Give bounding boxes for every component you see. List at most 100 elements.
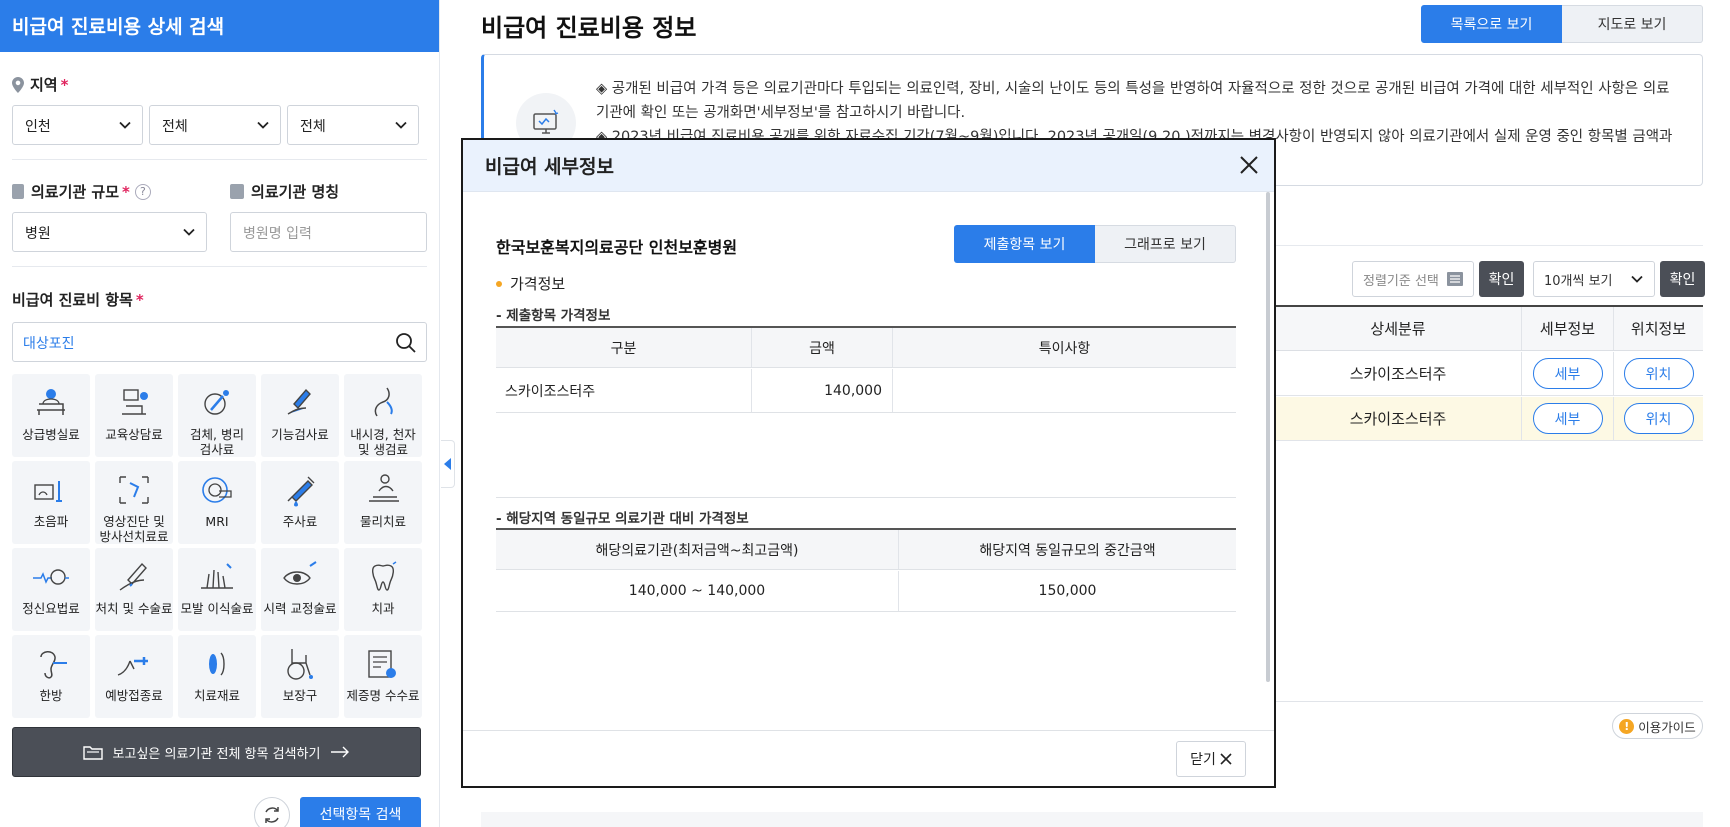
scale-select[interactable]: 병원 <box>12 212 208 252</box>
modal-header: 비급여 세부정보 <box>463 140 1274 192</box>
detail-button[interactable]: 세부 <box>1532 358 1603 389</box>
sort-placeholder: 정렬기준 선택 <box>1363 273 1439 289</box>
divider <box>1275 245 1703 246</box>
category-tile[interactable]: 예방접종료 <box>95 635 173 718</box>
category-label: 기능검사료 <box>271 427 329 442</box>
modal-scrollbar[interactable] <box>1266 192 1270 682</box>
reset-button[interactable] <box>254 797 290 827</box>
region-label: 지역 * <box>12 74 427 95</box>
col-header-location: 위치정보 <box>1630 320 1687 338</box>
map-view-button[interactable]: 지도로 보기 <box>1562 5 1703 43</box>
search-icon[interactable] <box>395 332 417 354</box>
region-town-select[interactable]: 전체 <box>287 105 419 145</box>
category-label: 물리치료 <box>359 514 406 529</box>
category-tile[interactable]: 처치 및 수술료 <box>95 548 173 631</box>
scale-label-text: 의료기관 규모 <box>31 183 120 201</box>
chevron-down-icon <box>183 228 195 236</box>
selected-search-button[interactable]: 선택항목 검색 <box>300 797 421 827</box>
scale-value: 병원 <box>25 226 51 242</box>
list-view-button[interactable]: 목록으로 보기 <box>1421 5 1562 43</box>
submitted-table-header: 구분 금액 특이사항 <box>496 328 1236 368</box>
per-page-confirm-button[interactable]: 확인 <box>1660 261 1705 297</box>
vaccination-icon <box>114 645 154 688</box>
eye-correction-icon <box>280 558 320 601</box>
help-icon[interactable]: ? <box>134 183 151 200</box>
category-tile[interactable]: 보장구 <box>261 635 339 718</box>
col-header-detail: 세부정보 <box>1522 307 1614 350</box>
category-tile[interactable]: 모발 이식술료 <box>178 548 256 631</box>
info-icon: ! <box>1619 718 1635 734</box>
sort-confirm-button[interactable]: 확인 <box>1479 261 1524 297</box>
category-label: 치과 <box>371 601 395 616</box>
item-search-input[interactable]: 대상포진 <box>12 322 427 362</box>
per-page-select[interactable]: 10개씩 보기 <box>1533 261 1655 297</box>
category-tile[interactable]: 치료재료 <box>178 635 256 718</box>
search-sidebar: 비급여 진료비용 상세 검색 지역 * 인천 전체 전체 의료기관 규모 * ?… <box>0 0 440 827</box>
region-city-select[interactable]: 인천 <box>12 105 143 145</box>
category-label: 모발 이식술료 <box>180 601 254 616</box>
col-header-amount: 금액 <box>752 328 893 367</box>
category-tile[interactable]: 기능검사료 <box>261 374 339 457</box>
item-name: 스카이조스터주 <box>496 369 752 412</box>
chevron-down-icon <box>257 121 269 129</box>
arrow-right-icon <box>331 746 350 758</box>
location-pin-icon <box>12 76 24 93</box>
divider <box>12 159 427 160</box>
category-tile[interactable]: 상급병실료 <box>12 374 90 457</box>
category-tile[interactable]: 한방 <box>12 635 90 718</box>
counseling-icon <box>114 384 154 427</box>
tab-submitted-items[interactable]: 제출항목 보기 <box>954 225 1095 263</box>
category-label: 보장구 <box>282 688 318 703</box>
folder-icon <box>82 746 103 760</box>
category-tile[interactable]: 물리치료 <box>344 461 422 544</box>
syringe-icon <box>280 471 320 514</box>
category-tile[interactable]: 영상진단 및 방사선치료료 <box>95 461 173 544</box>
usage-guide-button[interactable]: ! 이용가이드 <box>1612 713 1703 739</box>
region-district-select[interactable]: 전체 <box>149 105 281 145</box>
category-grid: 상급병실료 교육상담료 검체, 병리 검사료 기능검사료 내시경, 천자 및 생검료초음… <box>12 374 427 718</box>
price-info-label: 가격정보 <box>510 275 566 293</box>
category-tile[interactable]: 내시경, 천자 및 생검료 <box>344 374 422 457</box>
per-page-value: 10개씩 보기 <box>1544 273 1613 289</box>
category-tile[interactable]: 교육상담료 <box>95 374 173 457</box>
category-tile[interactable]: 정신요법료 <box>12 548 90 631</box>
category-tile[interactable]: 검체, 병리 검사료 <box>178 374 256 457</box>
treatment-material-icon <box>197 645 237 688</box>
modal-tabs: 제출항목 보기 그래프로 보기 <box>954 225 1236 263</box>
endoscope-icon <box>363 384 403 427</box>
category-tile[interactable]: 주사료 <box>261 461 339 544</box>
result-table-header: 상세분류 세부정보 위치정보 <box>1275 307 1703 351</box>
refresh-icon <box>265 807 279 823</box>
category-tile[interactable]: 시력 교정술료 <box>261 548 339 631</box>
table-row: 스카이조스터주 140,000 <box>496 369 1236 413</box>
certificate-icon <box>363 645 403 688</box>
sidebar-collapse-toggle[interactable] <box>441 440 455 488</box>
mri-icon <box>197 471 237 514</box>
submitted-price-title: - 제출항목 가격정보 <box>496 308 611 324</box>
location-button[interactable]: 위치 <box>1623 358 1694 389</box>
sort-select[interactable]: 정렬기준 선택 <box>1352 261 1474 297</box>
tab-graph[interactable]: 그래프로 보기 <box>1095 225 1236 263</box>
location-button[interactable]: 위치 <box>1623 403 1694 434</box>
category-tile[interactable]: 치과 <box>344 548 422 631</box>
row-category: 스카이조스터주 <box>1275 352 1522 395</box>
detail-button[interactable]: 세부 <box>1532 403 1603 434</box>
close-button[interactable]: 닫기 <box>1176 741 1246 777</box>
all-items-search-button[interactable]: 보고싶은 의료기관 전체 항목 검색하기 <box>12 727 421 777</box>
inst-name-placeholder: 병원명 입력 <box>243 226 312 242</box>
category-tile[interactable]: 초음파 <box>12 461 90 544</box>
function-test-icon <box>280 384 320 427</box>
category-tile[interactable]: 제증명 수수료 <box>344 635 422 718</box>
category-label: MRI <box>205 514 229 529</box>
page-title: 비급여 진료비용 정보 <box>481 14 697 42</box>
inst-name-input[interactable]: 병원명 입력 <box>230 212 427 252</box>
category-tile[interactable]: MRI <box>178 461 256 544</box>
oriental-medicine-icon <box>31 645 71 688</box>
view-toggle: 목록으로 보기 지도로 보기 <box>1421 5 1703 43</box>
category-label: 치료재료 <box>193 688 240 703</box>
close-icon[interactable] <box>1238 154 1260 176</box>
category-label: 상급병실료 <box>22 427 80 442</box>
all-items-search-label: 보고싶은 의료기관 전체 항목 검색하기 <box>112 746 321 762</box>
required-mark: * <box>122 182 130 201</box>
items-label-text: 비급여 진료비 항목 <box>12 291 133 309</box>
